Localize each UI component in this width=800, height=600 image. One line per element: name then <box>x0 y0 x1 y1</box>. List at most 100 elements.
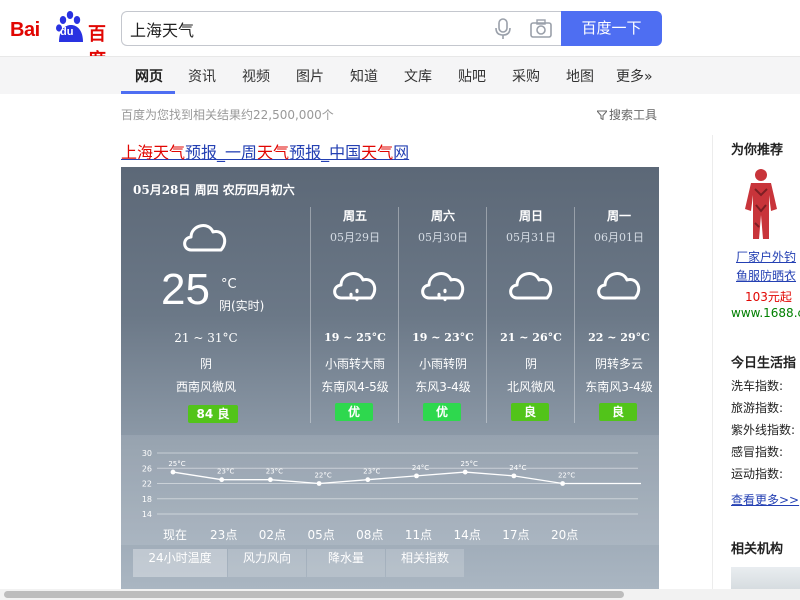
hourly-tab[interactable]: 相关指数 <box>386 549 464 577</box>
forecast-condition: 阴转多云 <box>594 357 643 371</box>
product-price: 103元起 <box>745 290 792 304</box>
forecast-day-date: 05月29日 <box>330 231 380 244</box>
nav-item[interactable]: 采购 <box>512 66 540 86</box>
forecast-day-date: 05月30日 <box>418 231 468 244</box>
scrollbar-thumb[interactable] <box>4 591 624 598</box>
forecast-wind: 北风微风 <box>506 380 555 394</box>
temperature-point <box>414 473 419 479</box>
microphone-icon[interactable] <box>494 18 512 40</box>
forecast-day-date: 05月31日 <box>506 231 556 244</box>
rain-cloud-icon <box>333 272 377 302</box>
filter-icon <box>595 110 609 121</box>
hourly-tab[interactable]: 风力风向 <box>228 549 306 577</box>
temperature-point-label: 22°C <box>558 472 575 480</box>
logo-text-bai: Bai <box>10 19 40 41</box>
forecast-day[interactable]: 周一 06月01日 22 ~ 29°C 阴转多云 东南风3-4级良 <box>574 207 659 423</box>
x-tick-label: 02点 <box>259 528 286 542</box>
highlight-keyword: 天气 <box>257 143 290 162</box>
forecast-day[interactable]: 周六 05月30日 19 ~ 23°C 小雨转阴 东风3-4级优 <box>398 207 486 423</box>
today-aqi-badge[interactable]: 84 良 <box>188 405 238 423</box>
temperature-point <box>511 473 517 479</box>
temperature-point <box>170 469 176 475</box>
forecast-day[interactable]: 周五 05月29日 19 ~ 25°C 小雨转大雨东南风4-5级优 <box>310 207 398 423</box>
weather-card: 05月28日 周四 农历四月初六 25 °C 阴(实时) 21 ~ 31°C 阴… <box>121 167 659 590</box>
x-tick-label: 14点 <box>454 528 481 542</box>
cloud-icon <box>183 224 227 252</box>
life-index-item[interactable]: 洗车指数: <box>731 377 783 394</box>
related-org-title: 相关机构 <box>731 542 784 557</box>
forecast-day[interactable]: 周日 05月31日 21 ~ 26°C 阴北风微风良 <box>486 207 574 423</box>
search-tools-label: 搜索工具 <box>609 108 658 122</box>
temperature-point-label: 23°C <box>363 468 380 476</box>
weather-date: 05月28日 周四 农历四月初六 <box>133 183 295 197</box>
temperature-line-chart: 30 26 22 18 14 25°C 现在 23°C 23点 23°C 02点 22°C 05点 23°… <box>142 449 641 542</box>
forecast-aqi-badge[interactable]: 优 <box>335 403 373 421</box>
hourly-temperature-chart: 30 26 22 18 14 25°C 现在 23°C 23点 23°C 02点 22°C 05点 23°… <box>121 435 659 545</box>
cloud-icon <box>509 272 553 300</box>
x-tick-label: 现在 <box>163 528 187 542</box>
life-index-item[interactable]: 感冒指数: <box>731 443 783 460</box>
nav-item[interactable]: 视频 <box>242 66 270 86</box>
result-title-link[interactable]: 上海天气预报_一周天气预报_中国天气网 <box>121 139 409 163</box>
product-name-line-2[interactable]: 鱼服防晒衣 <box>736 267 796 284</box>
forecast-wind: 东南风3-4级 <box>585 380 653 394</box>
search-input[interactable] <box>130 18 480 40</box>
life-index-item[interactable]: 紫外线指数: <box>731 421 795 438</box>
temperature-point-label: 23°C <box>217 468 234 476</box>
forecast-aqi-badge[interactable]: 优 <box>423 403 461 421</box>
today-condition: 阴 <box>199 357 212 371</box>
temperature-point <box>268 477 273 483</box>
forecast-day-name: 周日 <box>518 209 543 223</box>
x-tick-label: 17点 <box>502 528 529 542</box>
forecast-day-name: 周六 <box>430 209 455 223</box>
nav-item[interactable]: 贴吧 <box>458 66 486 86</box>
current-temperature: 25 <box>161 265 210 314</box>
product-image[interactable] <box>731 165 791 243</box>
hourly-tab[interactable]: 降水量 <box>307 549 385 577</box>
product-url[interactable]: www.1688.c <box>731 306 800 320</box>
forecast-aqi-badge[interactable]: 良 <box>599 403 637 421</box>
nav-item[interactable]: 网页 <box>135 66 163 86</box>
nav-item[interactable]: 地图 <box>566 66 594 86</box>
forecast-temp-range: 19 ~ 25°C <box>324 331 386 344</box>
life-index-item[interactable]: 运动指数: <box>731 465 783 482</box>
forecast-temp-range: 22 ~ 29°C <box>588 331 650 344</box>
forecast-wind: 东风3-4级 <box>415 380 471 394</box>
horizontal-scrollbar[interactable] <box>0 589 800 600</box>
life-index-item[interactable]: 旅游指数: <box>731 399 783 416</box>
y-tick-label: 26 <box>142 464 152 473</box>
nav-item[interactable]: 图片 <box>296 66 324 86</box>
highlight-keyword: 上海 <box>121 143 154 162</box>
temperature-point-label: 24°C <box>509 464 526 472</box>
baidu-logo[interactable]: Bai du 百度 <box>10 8 114 71</box>
highlight-keyword: 天气 <box>361 143 394 162</box>
search-button[interactable]: 百度一下 <box>561 11 662 46</box>
camera-icon[interactable] <box>530 19 552 39</box>
see-more-link[interactable]: 查看更多>> <box>731 491 799 508</box>
nav-item[interactable]: 知道 <box>350 66 378 86</box>
nav-item[interactable]: 更多» <box>616 66 653 86</box>
nav-active-underline <box>121 91 175 94</box>
x-tick-label: 08点 <box>356 528 383 542</box>
rain-cloud-icon <box>421 272 465 302</box>
temperature-point-label: 25°C <box>461 460 478 468</box>
forecast-wind: 东南风4-5级 <box>321 380 389 394</box>
search-tools-button[interactable]: 搜索工具 <box>595 106 658 123</box>
highlight-keyword: 天气 <box>153 143 186 162</box>
product-name-line-1[interactable]: 厂家户外钓 <box>736 248 796 265</box>
temperature-point-label: 22°C <box>314 472 331 480</box>
forecast-temp-range: 21 ~ 26°C <box>500 331 562 344</box>
hourly-tab[interactable]: 24小时温度 <box>133 549 227 577</box>
forecast-day-name: 周五 <box>342 209 367 223</box>
rail-divider <box>712 135 713 600</box>
temperature-point-label: 23°C <box>266 468 283 476</box>
nav-item[interactable]: 文库 <box>404 66 432 86</box>
nav-item[interactable]: 资讯 <box>188 66 216 86</box>
temperature-point <box>462 469 468 475</box>
nav-bar: 网页 资讯 视频 图片 知道 文库 贴吧 采购 地图 更多» <box>0 56 800 94</box>
forecast-condition: 小雨转大雨 <box>324 357 385 371</box>
temperature-unit: °C <box>221 277 237 292</box>
temperature-point <box>560 481 565 486</box>
y-tick-label: 22 <box>142 480 152 489</box>
forecast-aqi-badge[interactable]: 良 <box>511 403 549 421</box>
